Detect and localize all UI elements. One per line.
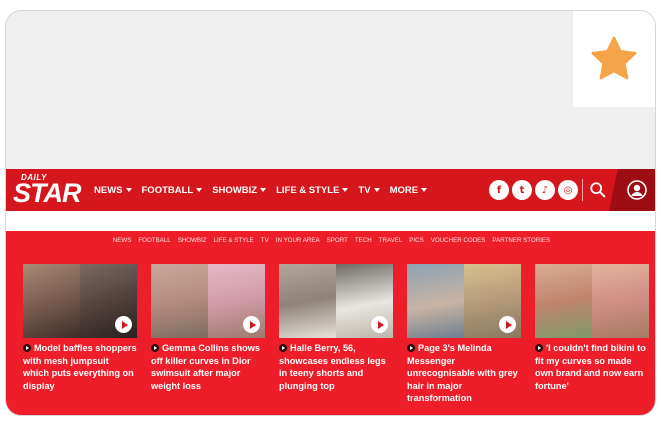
photo-right bbox=[592, 264, 649, 338]
article-headline[interactable]: Gemma Collins shows off killer curves in… bbox=[151, 342, 265, 392]
video-indicator-icon bbox=[279, 344, 287, 352]
chevron-down-icon bbox=[260, 188, 267, 192]
browser-frame: DAILY STAR NEWS FOOTBALL SHOWBIZ LIFE & … bbox=[5, 10, 656, 416]
subnav-item-travel[interactable]: TRAVEL bbox=[379, 237, 403, 244]
social-links: f t ♪ ◎ bbox=[489, 180, 578, 200]
subnav-item-football[interactable]: FOOTBALL bbox=[138, 237, 170, 244]
play-icon[interactable] bbox=[371, 316, 388, 333]
photo-left bbox=[23, 264, 80, 338]
photo-left bbox=[279, 264, 336, 338]
twitter-icon[interactable]: t bbox=[512, 180, 532, 200]
article-headline[interactable]: 'I couldn't find bikini to fit my curves… bbox=[535, 342, 649, 392]
nav-spacer bbox=[6, 211, 655, 231]
star-icon bbox=[591, 36, 637, 80]
content-area: NEWS FOOTBALL SHOWBIZ LIFE & STYLE TV IN… bbox=[6, 231, 655, 415]
subnav-item-tech[interactable]: TECH bbox=[355, 237, 372, 244]
play-icon[interactable] bbox=[499, 316, 516, 333]
article-thumbnail[interactable] bbox=[279, 264, 393, 338]
article-headline[interactable]: Model baffles shoppers with mesh jumpsui… bbox=[23, 342, 137, 392]
main-menu: NEWS FOOTBALL SHOWBIZ LIFE & STYLE TV MO… bbox=[94, 169, 437, 211]
sub-navigation: NEWS FOOTBALL SHOWBIZ LIFE & STYLE TV IN… bbox=[6, 231, 655, 249]
nav-divider bbox=[582, 179, 583, 201]
photo-left bbox=[151, 264, 208, 338]
subnav-item-life-style[interactable]: LIFE & STYLE bbox=[214, 237, 254, 244]
video-indicator-icon bbox=[535, 344, 543, 352]
menu-item-tv[interactable]: TV bbox=[358, 185, 380, 196]
menu-item-more[interactable]: MORE bbox=[390, 185, 428, 196]
article-card[interactable]: Gemma Collins shows off killer curves in… bbox=[151, 264, 265, 405]
instagram-icon[interactable]: ◎ bbox=[558, 180, 578, 200]
chevron-down-icon bbox=[196, 188, 203, 192]
article-headline[interactable]: Page 3's Melinda Messenger unrecognisabl… bbox=[407, 342, 521, 405]
subnav-item-news[interactable]: NEWS bbox=[113, 237, 132, 244]
article-card[interactable]: Model baffles shoppers with mesh jumpsui… bbox=[23, 264, 137, 405]
photo-left bbox=[535, 264, 592, 338]
main-navigation: DAILY STAR NEWS FOOTBALL SHOWBIZ LIFE & … bbox=[6, 169, 655, 211]
play-icon[interactable] bbox=[243, 316, 260, 333]
favorite-button[interactable] bbox=[573, 11, 655, 107]
user-icon[interactable] bbox=[627, 180, 647, 200]
article-card[interactable]: 'I couldn't find bikini to fit my curves… bbox=[535, 264, 649, 405]
subnav-item-partner-stories[interactable]: PARTNER STORIES bbox=[492, 237, 550, 244]
subnav-item-in-your-area[interactable]: IN YOUR AREA bbox=[276, 237, 320, 244]
article-thumbnail[interactable] bbox=[23, 264, 137, 338]
play-icon[interactable] bbox=[115, 316, 132, 333]
video-indicator-icon bbox=[151, 344, 159, 352]
article-headline[interactable]: Halle Berry, 56, showcases endless legs … bbox=[279, 342, 393, 392]
photo-left bbox=[407, 264, 464, 338]
video-indicator-icon bbox=[23, 344, 31, 352]
menu-item-life-style[interactable]: LIFE & STYLE bbox=[276, 185, 349, 196]
blank-area bbox=[6, 11, 655, 169]
chevron-down-icon bbox=[373, 188, 380, 192]
video-indicator-icon bbox=[407, 344, 415, 352]
menu-item-showbiz[interactable]: SHOWBIZ bbox=[212, 185, 267, 196]
menu-item-football[interactable]: FOOTBALL bbox=[142, 185, 203, 196]
daily-star-logo[interactable]: DAILY STAR bbox=[12, 172, 81, 208]
subnav-item-sport[interactable]: SPORT bbox=[327, 237, 348, 244]
subnav-item-voucher-codes[interactable]: VOUCHER CODES bbox=[431, 237, 486, 244]
subnav-item-showbiz[interactable]: SHOWBIZ bbox=[178, 237, 207, 244]
facebook-icon[interactable]: f bbox=[489, 180, 509, 200]
article-card[interactable]: Halle Berry, 56, showcases endless legs … bbox=[279, 264, 393, 405]
chevron-down-icon bbox=[421, 188, 428, 192]
chevron-down-icon bbox=[125, 188, 132, 192]
article-thumbnail[interactable] bbox=[151, 264, 265, 338]
article-card[interactable]: Page 3's Melinda Messenger unrecognisabl… bbox=[407, 264, 521, 405]
article-thumbnail[interactable] bbox=[535, 264, 649, 338]
subnav-item-tv[interactable]: TV bbox=[261, 237, 269, 244]
article-list: Model baffles shoppers with mesh jumpsui… bbox=[23, 264, 650, 405]
menu-item-news[interactable]: NEWS bbox=[94, 185, 132, 196]
chevron-down-icon bbox=[342, 188, 349, 192]
search-icon[interactable] bbox=[589, 181, 607, 199]
tiktok-icon[interactable]: ♪ bbox=[535, 180, 555, 200]
article-thumbnail[interactable] bbox=[407, 264, 521, 338]
subnav-item-pics[interactable]: PICS bbox=[409, 237, 423, 244]
